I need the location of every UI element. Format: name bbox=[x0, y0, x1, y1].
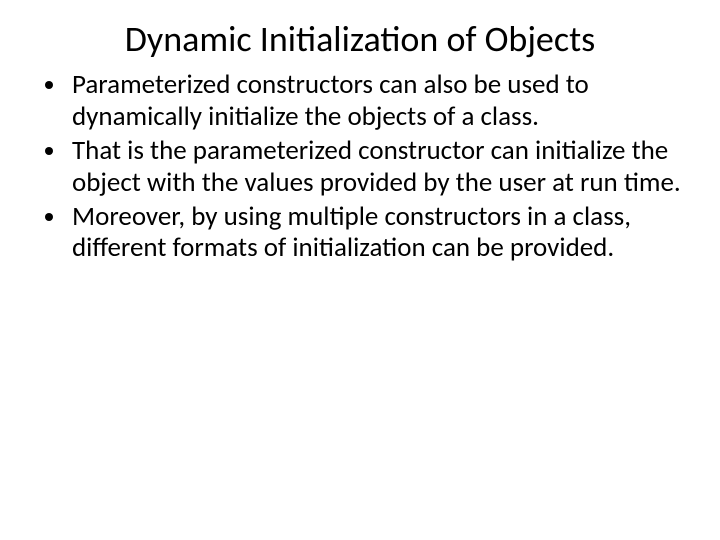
bullet-list: Parameterized constructors can also be u… bbox=[36, 69, 684, 264]
slide: Dynamic Initialization of Objects Parame… bbox=[0, 0, 720, 540]
list-item: That is the parameterized constructor ca… bbox=[68, 135, 684, 199]
slide-title: Dynamic Initialization of Objects bbox=[36, 18, 684, 61]
list-item: Moreover, by using multiple constructors… bbox=[68, 201, 684, 265]
list-item: Parameterized constructors can also be u… bbox=[68, 69, 684, 133]
